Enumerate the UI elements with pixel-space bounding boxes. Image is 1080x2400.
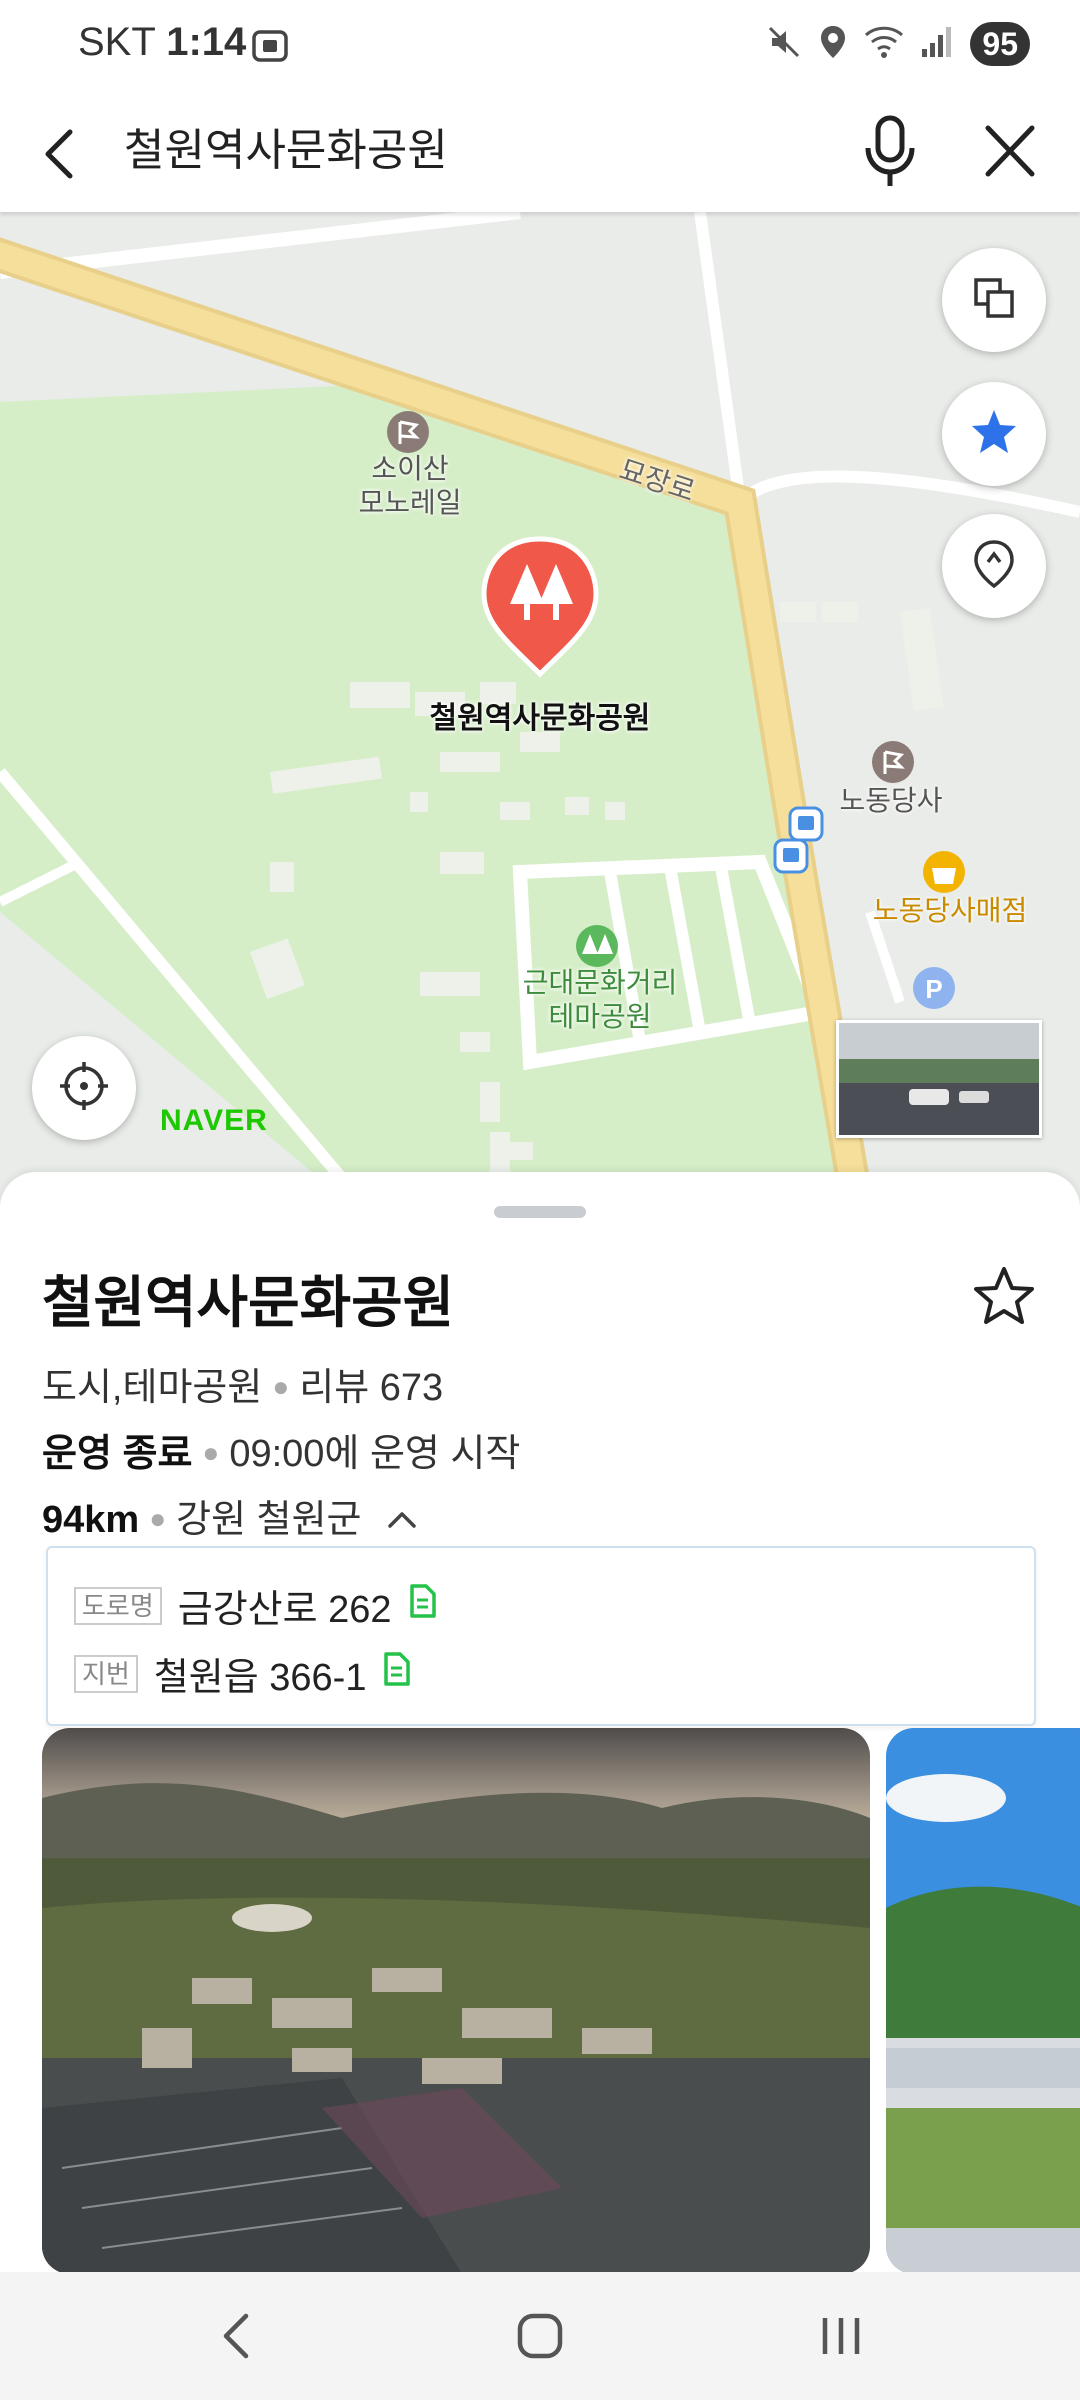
distance-row[interactable]: 94km ● 강원 철원군 [42, 1488, 418, 1543]
my-places-button[interactable] [942, 514, 1046, 618]
search-input[interactable]: 철원역사문화공원 [124, 116, 448, 186]
system-nav-bar [0, 2272, 1080, 2400]
map-label-monorail-text: 소이산 모노레일 [358, 453, 462, 518]
review-link[interactable]: 리뷰 673 [299, 1367, 443, 1409]
naver-logo: NAVER [160, 1104, 268, 1137]
carrier-time: SKT 1:14 [78, 20, 246, 65]
clock: 1:14 [166, 20, 247, 64]
place-title: 철원역사문화공원 [42, 1271, 455, 1334]
place-photo[interactable] [42, 1728, 870, 2274]
region: 강원 철원군 [176, 1499, 362, 1541]
status-icons: 95 [766, 22, 1030, 66]
current-location-button[interactable] [32, 1036, 136, 1140]
copy-icon[interactable] [380, 1650, 412, 1698]
map-label-theme-park[interactable]: 근대문화거리 테마공원 [500, 966, 700, 1034]
mic-icon[interactable] [858, 110, 922, 199]
chevron-up-icon[interactable] [386, 1499, 418, 1541]
back-icon[interactable] [34, 118, 86, 195]
location-icon [818, 24, 848, 65]
nav-recents-icon[interactable] [816, 2308, 866, 2369]
place-category: 도시,테마공원 [42, 1367, 263, 1409]
distance: 94km [42, 1499, 140, 1541]
map-label-theme-park-text: 근대문화거리 테마공원 [522, 967, 678, 1032]
sheet-handle[interactable] [494, 1206, 586, 1218]
separator-dot: ● [272, 1371, 290, 1402]
address-popover: 도로명 금강산로 262 지번 철원읍 366-1 [46, 1546, 1036, 1726]
star-icon [968, 406, 1020, 463]
carrier: SKT [78, 20, 156, 64]
nav-back-icon[interactable] [214, 2308, 258, 2369]
separator-dot: ● [149, 1503, 167, 1534]
battery-badge: 95 [970, 22, 1030, 66]
nav-home-icon[interactable] [512, 2308, 568, 2369]
lot-address: 철원읍 366-1 [153, 1657, 367, 1699]
map-view[interactable]: P 소이산 모노레일 묘장로 철원역사문화공원 노동당사 노동당사매점 근대문화… [0, 212, 1080, 1212]
lot-address-tag: 지번 [74, 1654, 138, 1693]
mute-icon [766, 24, 802, 65]
map-label-store[interactable]: 노동당사매점 [850, 894, 1050, 928]
map-label-park[interactable]: 철원역사문화공원 [410, 702, 670, 736]
search-bar: 철원역사문화공원 [0, 96, 1080, 212]
svg-text:P: P [925, 974, 942, 1004]
lot-address-row: 지번 철원읍 366-1 [74, 1646, 412, 1701]
separator-dot: ● [202, 1437, 220, 1468]
category-row: 도시,테마공원 ● 리뷰 673 [42, 1356, 443, 1411]
street-view-thumbnail[interactable] [836, 1020, 1042, 1138]
opening-hours: 09:00에 운영 시작 [229, 1433, 521, 1475]
hours-row[interactable]: 운영 종료 ● 09:00에 운영 시작 [42, 1422, 520, 1477]
crosshair-icon [56, 1058, 112, 1119]
road-address-tag: 도로명 [74, 1586, 162, 1625]
map-label-monorail[interactable]: 소이산 모노레일 [340, 452, 480, 520]
copy-icon[interactable] [406, 1582, 438, 1630]
save-star-icon[interactable] [972, 1264, 1036, 1333]
road-address: 금강산로 262 [177, 1589, 392, 1631]
operating-status: 운영 종료 [42, 1433, 193, 1475]
road-address-row: 도로명 금강산로 262 [74, 1578, 438, 1633]
location-pin-icon [970, 538, 1018, 595]
favorites-button[interactable] [942, 382, 1046, 486]
place-sheet[interactable]: 철원역사문화공원 도시,테마공원 ● 리뷰 673 운영 종료 ● 09:00에 운영 … [0, 1172, 1080, 2274]
layers-button[interactable] [942, 248, 1046, 352]
layers-icon [970, 274, 1018, 327]
place-photo-2[interactable] [886, 1728, 1080, 2274]
signal-icon [920, 25, 954, 64]
status-bar: SKT 1:14 95 [0, 0, 1080, 96]
map-label-labor-party[interactable]: 노동당사 [826, 784, 956, 818]
close-icon[interactable] [978, 116, 1042, 193]
screenshot-icon [250, 26, 290, 71]
wifi-icon [864, 25, 904, 64]
